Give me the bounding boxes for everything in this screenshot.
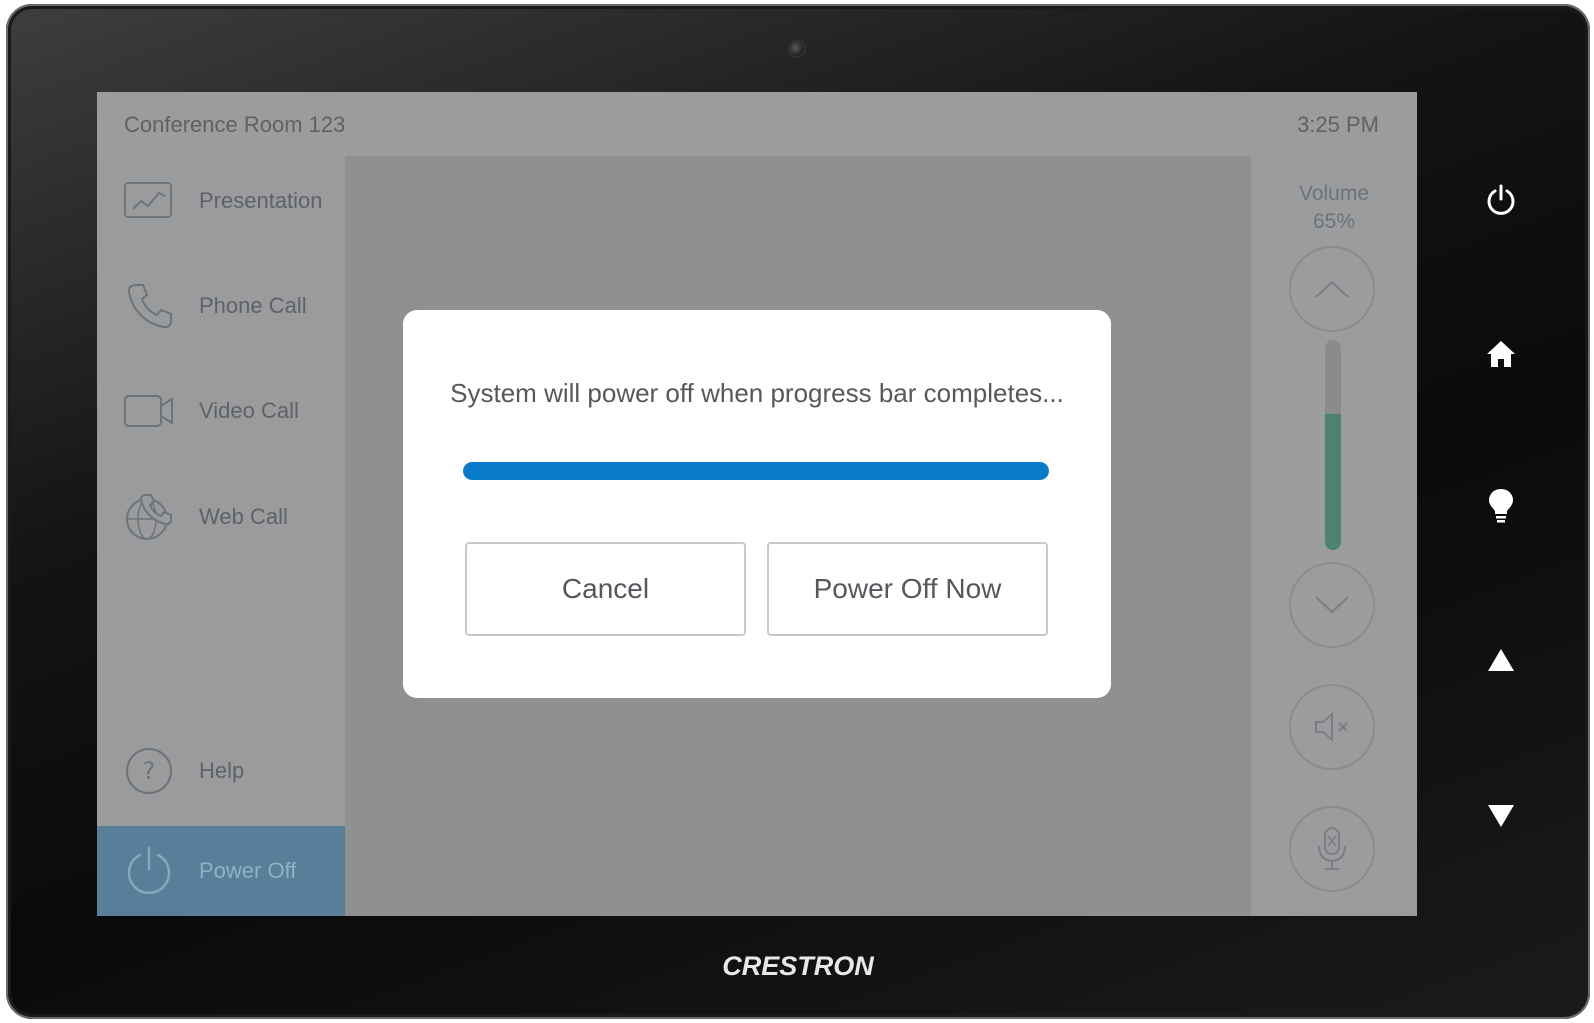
chevron-up-icon: [1315, 280, 1349, 298]
volume-down-button[interactable]: [1289, 562, 1375, 648]
hardware-home-button[interactable]: [1481, 334, 1521, 374]
sidebar: Presentation Phone Call Video Call Web C…: [97, 156, 345, 916]
volume-label: Volume 65%: [1251, 180, 1417, 236]
hardware-power-button[interactable]: [1481, 180, 1521, 220]
sidebar-item-phone-call[interactable]: Phone Call: [97, 261, 345, 351]
power-off-progress-bar: [463, 462, 1049, 480]
home-icon: [1487, 341, 1515, 367]
mic-mute-icon: [1318, 827, 1346, 870]
touch-panel-device: CRESTRON Conference Room 123 3:25 PM Pre…: [6, 4, 1590, 1019]
sidebar-item-help[interactable]: ? Help: [97, 726, 345, 816]
volume-value: 65%: [1312, 210, 1356, 233]
hardware-up-button[interactable]: [1481, 640, 1521, 680]
volume-slider[interactable]: [1325, 340, 1341, 550]
presentation-chart-icon: [123, 175, 175, 227]
volume-panel: Volume 65%: [1251, 156, 1417, 916]
sidebar-item-presentation[interactable]: Presentation: [97, 156, 345, 246]
volume-up-button[interactable]: [1289, 246, 1375, 332]
svg-text:?: ?: [143, 757, 156, 785]
room-name: Conference Room 123: [124, 112, 346, 137]
camera-lens: [788, 40, 806, 58]
video-camera-icon: [123, 385, 175, 437]
sidebar-item-label: Video Call: [199, 398, 299, 423]
hardware-down-button[interactable]: [1481, 796, 1521, 836]
sidebar-item-label: Presentation: [199, 188, 323, 213]
mute-speaker-button[interactable]: [1289, 684, 1375, 770]
sidebar-item-video-call[interactable]: Video Call: [97, 366, 345, 456]
sidebar-item-label: Power Off: [199, 858, 297, 883]
sidebar-item-label: Web Call: [199, 504, 288, 529]
cancel-button[interactable]: Cancel: [465, 542, 746, 636]
power-icon: [123, 845, 175, 897]
mute-mic-button[interactable]: [1289, 806, 1375, 892]
brand-logo: CRESTRON: [722, 951, 874, 981]
sidebar-item-power-off[interactable]: Power Off: [97, 826, 345, 916]
volume-title: Volume: [1298, 182, 1370, 205]
sidebar-item-web-call[interactable]: Web Call: [97, 472, 345, 562]
power-off-now-button[interactable]: Power Off Now: [767, 542, 1048, 636]
globe-phone-icon: [123, 491, 175, 543]
progress-bar-fill: [463, 462, 1049, 480]
help-icon: ?: [123, 745, 175, 797]
sidebar-item-label: Help: [199, 758, 245, 783]
dialog-message: System will power off when progress bar …: [450, 378, 1064, 408]
triangle-down-icon: [1488, 805, 1514, 827]
power-off-dialog: System will power off when progress bar …: [403, 310, 1111, 698]
touch-screen: Conference Room 123 3:25 PM Presentation: [97, 92, 1417, 916]
chevron-down-icon: [1315, 596, 1349, 614]
clock: 3:25 PM: [1297, 112, 1379, 137]
volume-level-fill: [1325, 413, 1341, 550]
hardware-lights-button[interactable]: [1481, 486, 1521, 526]
speaker-mute-icon: [1315, 711, 1348, 743]
triangle-up-icon: [1488, 649, 1514, 671]
sidebar-item-label: Phone Call: [199, 293, 307, 318]
power-icon: [1487, 184, 1515, 215]
lightbulb-icon: [1489, 489, 1513, 523]
phone-icon: [123, 280, 175, 332]
